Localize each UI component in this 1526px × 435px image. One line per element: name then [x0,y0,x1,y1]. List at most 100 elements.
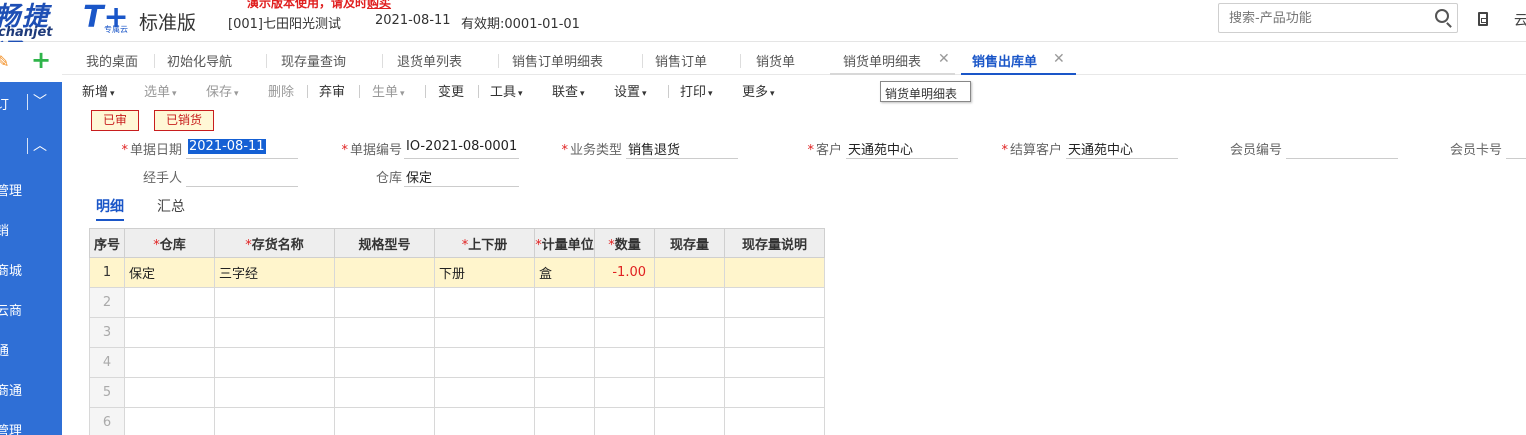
col-spec[interactable]: 规格型号 [334,228,435,258]
validity-label: 有效期:0001-01-01 [461,17,580,32]
table-row[interactable]: 3 [89,317,825,348]
subtab-summary[interactable]: 汇总 [157,196,185,216]
tab-sales-order[interactable]: 销售订单 [655,51,707,75]
cell-stock[interactable] [654,257,725,288]
chevron-up-icon[interactable]: ︿ [33,135,47,155]
sidebar-item-manage[interactable]: 管理 [0,180,22,199]
close-icon[interactable]: ✕ [938,51,950,67]
tab-return-list[interactable]: 退货单列表 [397,51,462,75]
save-button[interactable]: 保存 ▾ [206,81,239,100]
caret-down-icon: ▾ [642,89,647,99]
table-row[interactable]: 2 [89,287,825,318]
top-header: 畅捷通 chanjet T+ 专属云 标准版 演示版本使用，请及时购买 [001… [0,0,1526,42]
caret-down-icon: ▾ [708,89,713,99]
caret-down-icon: ▾ [172,89,177,99]
cell-unit[interactable]: 盒 [534,257,595,288]
new-button[interactable]: 新增 ▾ [82,81,115,100]
linked-query-button[interactable]: 联查 ▾ [552,81,585,100]
col-name[interactable]: *存货名称 [214,228,335,258]
tools-button[interactable]: 工具 ▾ [490,81,523,100]
col-unit[interactable]: *计量单位 [534,228,595,258]
toolbar: 新增 ▾ 选单 ▾ 保存 ▾ 删除 弃审 生单 ▾ 变更 工具 ▾ 联查 ▾ 设置 ▾ 打印 ▾… [62,75,1526,105]
sidebar-item-cloud[interactable]: 云商 [0,300,22,319]
cell-spec[interactable] [334,257,435,288]
search-input[interactable] [1219,4,1419,32]
warehouse-label: 仓库 [375,171,402,186]
caret-down-icon: ▾ [580,89,585,99]
grid-header-row: 序号 *仓库 *存货名称 规格型号 *上下册 *计量单位 *数量 现存量 现存量… [89,228,825,258]
generate-button[interactable]: 生单 ▾ [372,81,405,100]
sidebar-item-tong[interactable]: 通 [0,340,9,359]
sidebar-item-shangtong[interactable]: 商通 [0,380,22,399]
cloud-label[interactable]: 云 [1514,10,1526,30]
unaudit-button[interactable]: 弃审 [319,81,345,100]
table-row[interactable]: 4 [89,347,825,378]
more-button[interactable]: 更多 ▾ [742,81,775,100]
plus-icon[interactable]: + [31,48,51,72]
customer-field[interactable]: 天通苑中心 [846,139,958,159]
sidebar-row-1[interactable]: 订 ﹀ [0,82,62,122]
code-field[interactable]: IO-2021-08-0001 [404,139,519,159]
demo-warning: 演示版本使用，请及时购买 [247,0,391,11]
tab-bar: 我的桌面 初始化导航 现存量查询 退货单列表 销售订单明细表 销售订单 销货单 … [62,42,1526,75]
change-button[interactable]: 变更 [438,81,464,100]
table-row[interactable]: 6 [89,407,825,435]
buy-link[interactable]: 购买 [367,0,391,10]
cell-stock-note[interactable] [724,257,825,288]
cell-name[interactable]: 三字经 [214,257,335,288]
account-label: [001]七田阳光测试 [228,17,341,32]
cell-volume[interactable]: 下册 [434,257,535,288]
print-button[interactable]: 打印 ▾ [680,81,713,100]
tab-desktop[interactable]: 我的桌面 [86,51,138,75]
status-badge-audited: 已审 [91,110,139,131]
date-field[interactable]: 2021-08-11 [186,139,298,159]
tplus-sub-label: 专属云 [104,25,128,34]
sidebar-item-manage-2[interactable]: 管理 [0,420,22,435]
search-box[interactable] [1218,3,1458,33]
save-icon[interactable] [1478,12,1488,26]
caret-down-icon: ▾ [110,89,115,99]
caret-down-icon: ▾ [400,89,405,99]
settings-button[interactable]: 设置 ▾ [614,81,647,100]
biztype-field[interactable]: 销售退货 [626,139,738,159]
caret-down-icon: ▾ [770,89,775,99]
member-card-label: 会员卡号 [1449,143,1502,158]
sidebar-row-2[interactable]: ︿ [0,126,62,166]
subtab-detail[interactable]: 明细 [96,196,124,221]
search-icon[interactable] [1435,9,1449,23]
close-icon[interactable]: ✕ [1053,51,1065,67]
handler-field[interactable] [186,167,298,187]
col-stock-note[interactable]: 现存量说明 [724,228,825,258]
delete-button[interactable]: 删除 [268,81,294,100]
member-card-field[interactable] [1506,139,1526,159]
member-no-label: 会员编号 [1229,143,1282,158]
member-no-field[interactable] [1286,139,1398,159]
col-volume[interactable]: *上下册 [434,228,535,258]
cell-warehouse[interactable]: 保定 [124,257,215,288]
detail-grid: 序号 *仓库 *存货名称 规格型号 *上下册 *计量单位 *数量 现存量 现存量… [89,228,825,435]
table-row[interactable]: 1 保定 三字经 下册 盒 -1.00 [89,257,825,288]
select-button[interactable]: 选单 ▾ [144,81,177,100]
date-label: * 单据日期 [121,143,182,158]
sidebar-item-sales[interactable]: 销 [0,220,9,239]
table-row[interactable]: 5 [89,377,825,408]
warehouse-field[interactable]: 保定 [404,167,519,187]
tab-sales-order-detail[interactable]: 销售订单明细表 [512,51,603,75]
tab-sales-outbound[interactable]: 销售出库单 ✕ [961,51,1076,75]
col-no[interactable]: 序号 [89,228,125,258]
chevron-down-icon[interactable]: ﹀ [33,91,47,111]
tab-delivery[interactable]: 销货单 [756,51,795,75]
tab-init-nav[interactable]: 初始化导航 [167,51,232,75]
wrench-icon[interactable]: ✎ [0,52,9,71]
chanjet-logo: 畅捷通 chanjet [0,2,53,42]
col-stock[interactable]: 现存量 [654,228,725,258]
tab-stock-query[interactable]: 现存量查询 [281,51,346,75]
settle-customer-field[interactable]: 天通苑中心 [1066,139,1178,159]
col-qty[interactable]: *数量 [594,228,655,258]
tab-tooltip: 销货单明细表 [880,81,971,102]
cell-qty[interactable]: -1.00 [594,257,655,288]
tab-delivery-detail[interactable]: 销货单明细表 ✕ [830,51,955,75]
sidebar-item-mall[interactable]: 商城 [0,260,22,279]
sidebar-top: ✎ + [0,42,62,82]
col-warehouse[interactable]: *仓库 [124,228,215,258]
